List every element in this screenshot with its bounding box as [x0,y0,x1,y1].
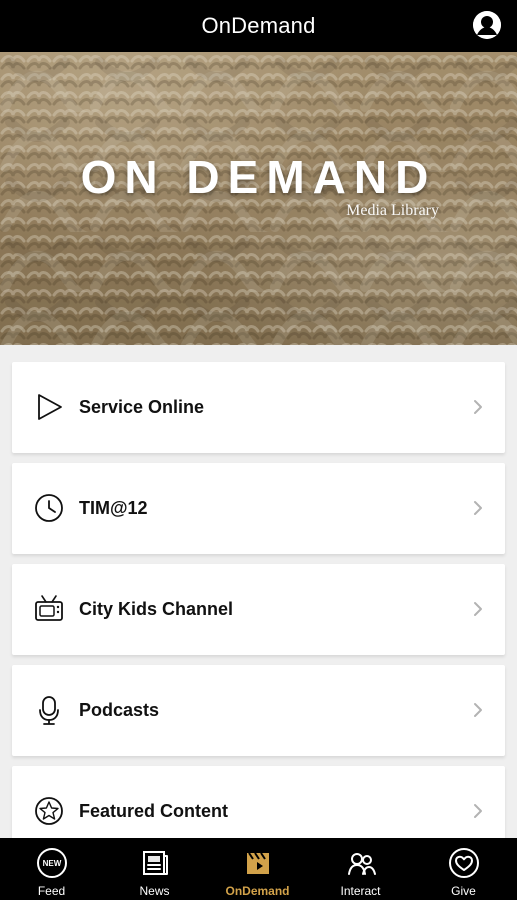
hero-title: ON DEMAND [80,151,437,203]
user-icon [473,11,501,39]
chevron-right-icon [474,804,482,818]
chevron-right-icon [474,501,482,515]
list-item-label: Service Online [79,397,205,417]
tab-feed[interactable]: NEW Feed [0,838,103,900]
tab-give[interactable]: Give [412,838,515,900]
clock-icon [35,494,63,522]
tab-label: OnDemand [225,884,290,898]
content-list: Service Online TIM@12 City Kids Channel … [0,345,517,857]
clapperboard-icon [246,852,269,874]
tab-label: Interact [340,884,381,898]
tab-news[interactable]: News [103,838,206,900]
tab-ondemand[interactable]: OnDemand [206,838,309,900]
tab-interact[interactable]: Interact [309,838,412,900]
chevron-right-icon [474,602,482,616]
hero-subtitle: Media Library [346,202,439,219]
list-item-city-kids-channel[interactable]: City Kids Channel [12,564,505,655]
star-icon [35,797,63,825]
list-item-tim12[interactable]: TIM@12 [12,463,505,554]
tab-label: News [139,884,170,898]
svg-text:NEW: NEW [42,859,61,868]
top-bar: OnDemand [0,0,517,52]
list-item-service-online[interactable]: Service Online [12,362,505,453]
chevron-right-icon [474,703,482,717]
chevron-right-icon [474,400,482,414]
app-frame: OnDemand ON DEMAND Media Library Service… [0,0,517,900]
list-item-label: Podcasts [79,700,160,720]
heart-icon [448,848,479,878]
list-item-label: TIM@12 [79,498,148,518]
tab-label: Give [451,884,476,898]
list-item-label: City Kids Channel [79,599,234,619]
new-badge-icon: NEW [36,848,67,878]
profile-button[interactable] [473,11,501,39]
microphone-icon [39,696,59,725]
page-title: OnDemand [201,13,316,38]
bottom-tab-bar: NEW Feed News OnDemand Interact Give [0,838,517,900]
list-item-podcasts[interactable]: Podcasts [12,665,505,756]
hero-banner: ON DEMAND Media Library [0,52,517,345]
newspaper-icon [142,851,168,875]
tv-icon [35,595,63,621]
play-icon [38,394,62,420]
people-icon [347,853,376,875]
tab-label: Feed [37,884,66,898]
